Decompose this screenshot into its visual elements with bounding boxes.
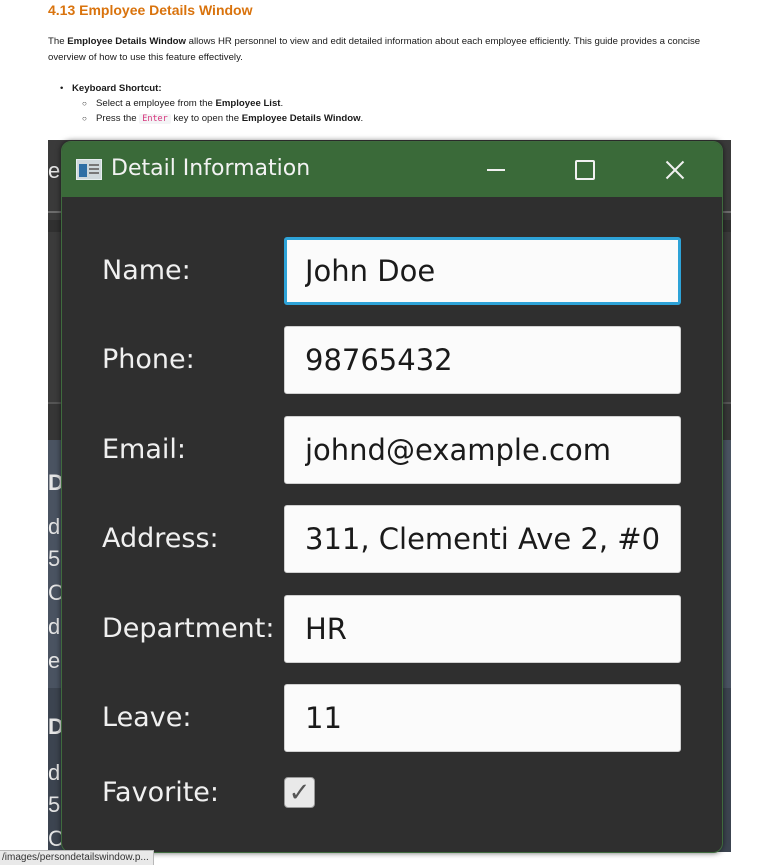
intro-prefix: The xyxy=(48,36,68,47)
address-label: Address: xyxy=(102,523,219,554)
email-field[interactable] xyxy=(284,416,681,484)
step2-prefix: Press the xyxy=(96,113,140,124)
name-field[interactable] xyxy=(284,237,681,305)
department-label: Department: xyxy=(102,613,275,644)
partial-text: e xyxy=(48,648,61,673)
section-heading: 4.13 Employee Details Window xyxy=(48,2,253,18)
phone-label: Phone: xyxy=(102,344,195,375)
shortcut-title: Keyboard Shortcut: xyxy=(72,83,162,94)
detail-information-dialog: Detail Information Name: Phone: Email: A… xyxy=(61,141,723,853)
maximize-icon xyxy=(575,159,595,180)
phone-field[interactable] xyxy=(284,326,681,394)
partial-text: 5 xyxy=(48,546,61,571)
maximize-button[interactable] xyxy=(555,142,615,197)
minimize-button[interactable] xyxy=(466,142,526,197)
title-bar[interactable]: Detail Information xyxy=(62,142,722,197)
step2-suffix: . xyxy=(360,113,364,124)
link-preview-tooltip: /images/persondetailswindow.p... xyxy=(0,850,154,865)
shortcut-step: ○ Select a employee from the Employee Lis… xyxy=(82,98,284,109)
dialog-title: Detail Information xyxy=(111,156,311,181)
step1-prefix: Select a employee from the xyxy=(96,98,216,109)
partial-text: d xyxy=(48,514,61,539)
step1-suffix: . xyxy=(280,98,284,109)
step1-bold: Employee List xyxy=(215,98,281,109)
step2-middle: key to open the xyxy=(170,113,242,124)
partial-text: e xyxy=(48,158,61,183)
step2-bold: Employee Details Window xyxy=(241,113,361,124)
intro-bold: Employee Details Window xyxy=(67,36,186,47)
department-field[interactable] xyxy=(284,595,681,663)
shortcut-list-item: • Keyboard Shortcut: xyxy=(60,83,162,94)
close-button[interactable] xyxy=(645,142,705,197)
partial-text: d xyxy=(48,614,61,639)
shortcut-step: ○ Press the Enter key to open the Employe… xyxy=(82,113,364,124)
intro-paragraph: The Employee Details Window allows HR pe… xyxy=(48,34,738,66)
leave-label: Leave: xyxy=(102,702,192,733)
address-field[interactable] xyxy=(284,505,681,573)
leave-field[interactable] xyxy=(284,684,681,752)
shortcut-list: • Keyboard Shortcut: ○ Select a employee f… xyxy=(60,81,363,127)
close-icon xyxy=(665,160,685,180)
partial-text: d xyxy=(48,760,61,785)
name-label: Name: xyxy=(102,255,191,286)
enter-key-code: Enter xyxy=(139,114,171,124)
minimize-icon xyxy=(487,168,505,171)
favorite-checkbox[interactable]: ✓ xyxy=(284,777,315,808)
checkmark-icon: ✓ xyxy=(288,777,311,808)
app-window-icon xyxy=(76,159,102,180)
email-label: Email: xyxy=(102,434,187,465)
partial-text: 5 xyxy=(48,792,61,817)
favorite-label: Favorite: xyxy=(102,777,219,808)
